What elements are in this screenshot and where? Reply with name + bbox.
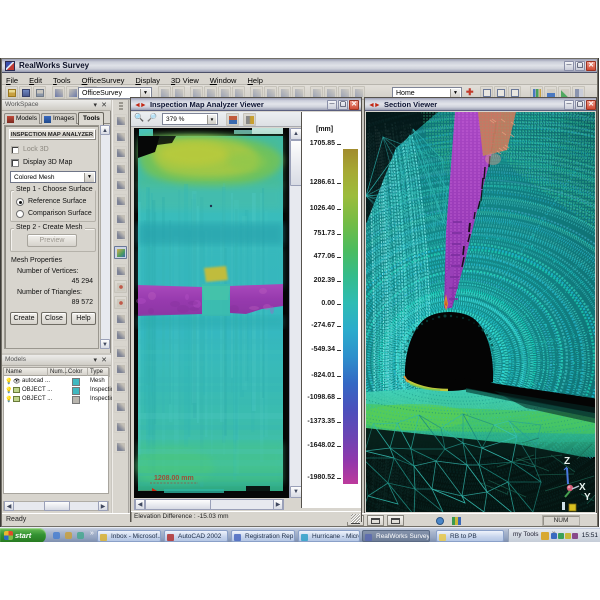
- svg-text:Y: Y: [584, 492, 591, 503]
- svg-text:1208.00 mm: 1208.00 mm: [154, 475, 194, 482]
- svg-text:Z: Z: [564, 456, 570, 467]
